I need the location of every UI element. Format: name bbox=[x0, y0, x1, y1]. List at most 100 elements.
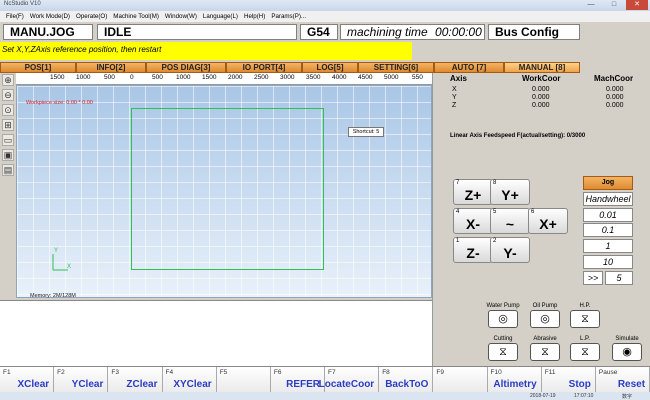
jog-y-minus-button[interactable]: 2 Y- bbox=[490, 237, 530, 263]
tab-bar: POS[1] INFO[2] POS DIAG[3] IO PORT[4] LO… bbox=[0, 62, 580, 73]
simulate-button[interactable]: Simulate ◉ bbox=[608, 336, 646, 366]
ruler-tick: 2500 bbox=[254, 74, 269, 81]
low-pressure-button[interactable]: L.P. ⧖ bbox=[566, 336, 604, 366]
status-row: MANU.JOG IDLE G54 machining time 00:00:0… bbox=[0, 22, 650, 42]
handwheel-button[interactable]: Handwheel bbox=[583, 192, 633, 206]
step-0-01-button[interactable]: 0.01 bbox=[583, 208, 633, 222]
fkey-number: F7 bbox=[328, 369, 336, 376]
tab-setting[interactable]: SETTING[6] bbox=[358, 62, 434, 73]
work-x: 0.000 bbox=[532, 86, 550, 93]
grid-icon[interactable]: ⊞ bbox=[2, 119, 14, 131]
menu-operate[interactable]: Operate(O) bbox=[73, 11, 110, 22]
view-top-icon[interactable]: ▭ bbox=[2, 134, 14, 146]
fkey-action: Stop bbox=[568, 379, 591, 390]
close-button[interactable]: ✕ bbox=[626, 0, 648, 10]
step-1-button[interactable]: 1 bbox=[583, 239, 633, 253]
key-hint: 2 bbox=[493, 238, 497, 244]
jog-mode-tab[interactable]: Jog bbox=[583, 176, 633, 190]
step-custom-button[interactable]: 5 bbox=[605, 271, 633, 285]
view-side-icon[interactable]: ▤ bbox=[2, 164, 14, 176]
low-pressure-icon: ⧖ bbox=[570, 343, 600, 361]
shortcut-tooltip: Shortcut: 5 bbox=[348, 127, 384, 137]
view-front-icon[interactable]: ▣ bbox=[2, 149, 14, 161]
zoom-fit-icon[interactable]: ⊙ bbox=[2, 104, 14, 116]
f3-zclear-button[interactable]: F3 ZClear bbox=[108, 367, 163, 392]
minimize-button[interactable]: — bbox=[580, 0, 602, 10]
bus-config-button[interactable]: Bus Config bbox=[488, 24, 580, 40]
cutting-button[interactable]: Cutting ⧖ bbox=[484, 336, 522, 366]
jog-y-plus-button[interactable]: 8 Y+ bbox=[490, 179, 530, 205]
f11-stop-button[interactable]: F11 Stop bbox=[541, 367, 596, 392]
oil-pump-button[interactable]: Oil Pump ◎ bbox=[526, 303, 564, 333]
menu-window[interactable]: Window(W) bbox=[162, 11, 200, 22]
menu-language[interactable]: Language(L) bbox=[200, 11, 241, 22]
high-pressure-icon: ⧖ bbox=[570, 310, 600, 328]
abrasive-button[interactable]: Abrasive ⧖ bbox=[526, 336, 564, 366]
f4-xyclear-button[interactable]: F4 XYClear bbox=[162, 367, 217, 392]
menu-file[interactable]: File(F) bbox=[3, 11, 27, 22]
f9-button[interactable]: F9 bbox=[433, 367, 488, 392]
maximize-button[interactable]: □ bbox=[603, 0, 625, 10]
water-pump-button[interactable]: Water Pump ◎ bbox=[484, 303, 522, 333]
oil-pump-label: Oil Pump bbox=[532, 303, 558, 309]
key-hint: 8 bbox=[493, 180, 497, 186]
step-10-button[interactable]: 10 bbox=[583, 255, 633, 269]
fkey-number: F5 bbox=[219, 369, 228, 376]
menu-machine-tool[interactable]: Machine Tool(M) bbox=[110, 11, 162, 22]
tab-manual[interactable]: MANUAL [8] bbox=[504, 62, 580, 73]
f7-locatecoor-button[interactable]: F7 LocateCoor bbox=[319, 367, 380, 392]
menu-params[interactable]: Params(P)... bbox=[268, 11, 309, 22]
ruler-tick: 3500 bbox=[306, 74, 321, 81]
oil-pump-icon: ◎ bbox=[530, 310, 560, 328]
taskbar-date: 2018-07-19 bbox=[530, 393, 556, 399]
jog-x-minus-button[interactable]: 4 X- bbox=[453, 208, 493, 234]
f10-altimetry-button[interactable]: F10 Altimetry bbox=[487, 367, 542, 392]
tab-pos-diag[interactable]: POS DIAG[3] bbox=[146, 62, 226, 73]
fkey-number: F3 bbox=[111, 369, 119, 376]
zoom-out-icon[interactable]: ⊖ bbox=[2, 89, 14, 101]
ruler-tick: 1500 bbox=[202, 74, 217, 81]
menu-work-mode[interactable]: Work Mode(D) bbox=[27, 11, 73, 22]
f6-refer-button[interactable]: F6 REFER bbox=[270, 367, 326, 392]
jog-label: Z- bbox=[466, 245, 480, 261]
key-hint: 4 bbox=[456, 209, 460, 215]
high-pressure-button[interactable]: H.P. ⧖ bbox=[566, 303, 604, 333]
fkey-action: YClear bbox=[71, 379, 104, 390]
fkey-action: XClear bbox=[17, 379, 50, 390]
window-title: NcStudio V10 bbox=[4, 1, 41, 7]
jog-z-plus-button[interactable]: 7 Z+ bbox=[453, 179, 493, 205]
simulate-icon: ◉ bbox=[612, 343, 642, 361]
machining-time-display: machining time 00:00:00 bbox=[340, 24, 485, 40]
f2-yclear-button[interactable]: F2 YClear bbox=[54, 367, 109, 392]
ruler-tick: 500 bbox=[104, 74, 115, 81]
jog-label: X- bbox=[466, 216, 480, 232]
ruler-tick: 500 bbox=[152, 74, 163, 81]
tab-info[interactable]: INFO[2] bbox=[76, 62, 146, 73]
axis-x: X bbox=[452, 86, 457, 93]
step-0-1-button[interactable]: 0.1 bbox=[583, 223, 633, 237]
key-hint: 1 bbox=[456, 238, 460, 244]
tab-io-port[interactable]: IO PORT[4] bbox=[226, 62, 302, 73]
jog-z-minus-button[interactable]: 1 Z- bbox=[453, 237, 493, 263]
title-bar: NcStudio V10 — □ ✕ bbox=[0, 0, 650, 11]
fkey-action: LocateCoor bbox=[318, 379, 375, 390]
ruler-tick: 1000 bbox=[176, 74, 191, 81]
coord-system-display: G54 bbox=[300, 24, 338, 40]
zoom-in-icon[interactable]: ⊕ bbox=[2, 74, 14, 86]
jog-x-plus-button[interactable]: 6 X+ bbox=[528, 208, 568, 234]
step-more-button[interactable]: >> bbox=[583, 271, 603, 285]
state-display: IDLE bbox=[97, 24, 297, 40]
jog-center-button[interactable]: 5 ~ bbox=[490, 208, 530, 234]
tab-auto[interactable]: AUTO [7] bbox=[434, 62, 504, 73]
workpiece-size-text: Workpiece size: bbox=[26, 100, 65, 106]
menu-help[interactable]: Help(H) bbox=[241, 11, 268, 22]
tab-log[interactable]: LOG[5] bbox=[302, 62, 358, 73]
f5-button[interactable]: F5 bbox=[216, 367, 271, 392]
pause-reset-button[interactable]: Pause Reset bbox=[595, 367, 650, 392]
memory-status: Memory: 2M/128M bbox=[30, 293, 76, 299]
tab-pos[interactable]: POS[1] bbox=[0, 62, 76, 73]
fkey-action: REFER bbox=[286, 379, 321, 390]
f1-xclear-button[interactable]: F1 XClear bbox=[0, 367, 55, 392]
key-hint: 5 bbox=[493, 209, 497, 215]
f8-backtoo-button[interactable]: F8 BackToO bbox=[379, 367, 434, 392]
